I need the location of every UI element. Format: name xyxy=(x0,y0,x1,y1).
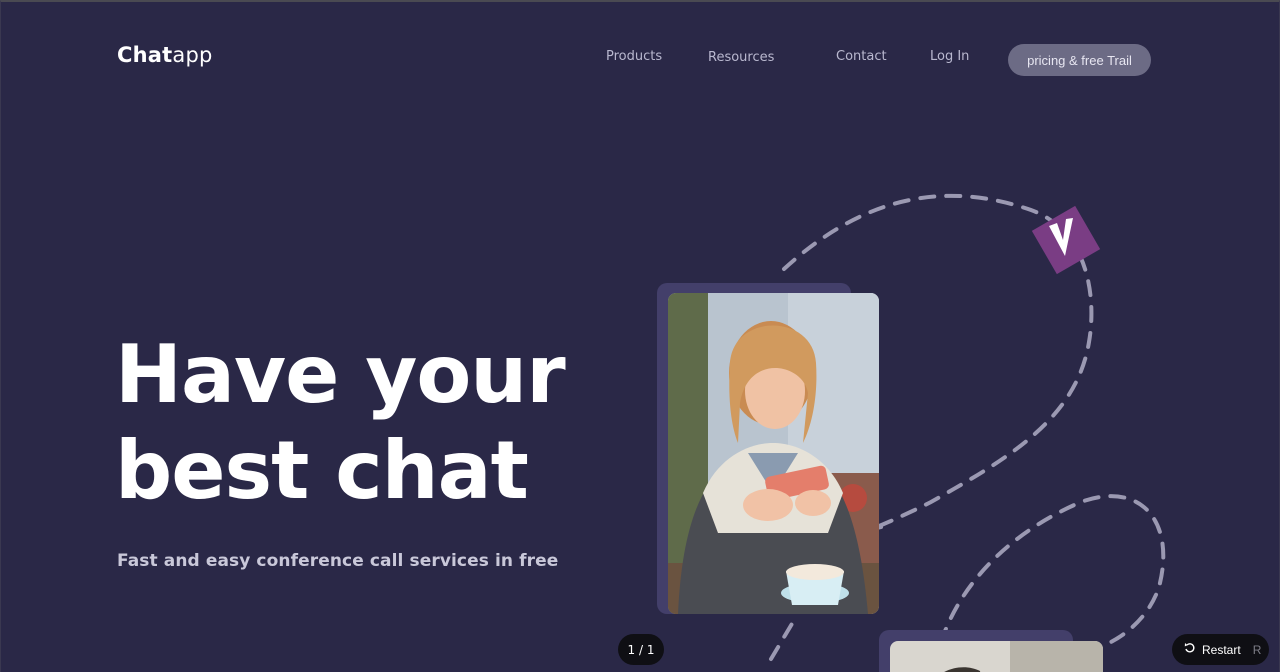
pricing-trial-button[interactable]: pricing & free Trail xyxy=(1008,44,1151,76)
restart-button[interactable]: Restart R xyxy=(1172,634,1269,665)
restart-icon xyxy=(1184,642,1196,657)
hero-headline-line-1: Have your xyxy=(115,328,566,421)
hero-headline: Have your best chat xyxy=(115,327,566,519)
restart-shortcut-key: R xyxy=(1252,642,1262,657)
v-logo-icon xyxy=(1031,205,1101,275)
hero-photo-woman-phone xyxy=(668,293,879,614)
nav-products-link[interactable]: Products xyxy=(606,49,662,64)
hero-headline-line-2: best chat xyxy=(115,424,529,517)
restart-label: Restart xyxy=(1202,642,1241,657)
second-photo xyxy=(890,641,1103,672)
hero-subtitle: Fast and easy conference call services i… xyxy=(117,551,559,571)
brand-logo[interactable]: Chatapp xyxy=(117,43,213,67)
brand-logo-light: app xyxy=(172,43,213,67)
nav-login-link[interactable]: Log In xyxy=(930,49,969,64)
nav-resources-link[interactable]: Resources xyxy=(708,50,774,65)
slide-pager: 1 / 1 xyxy=(618,634,664,665)
nav-contact-link[interactable]: Contact xyxy=(836,49,887,64)
brand-logo-bold: Chat xyxy=(117,43,173,67)
page: Chatapp Products Resources Contact Log I… xyxy=(0,0,1280,672)
